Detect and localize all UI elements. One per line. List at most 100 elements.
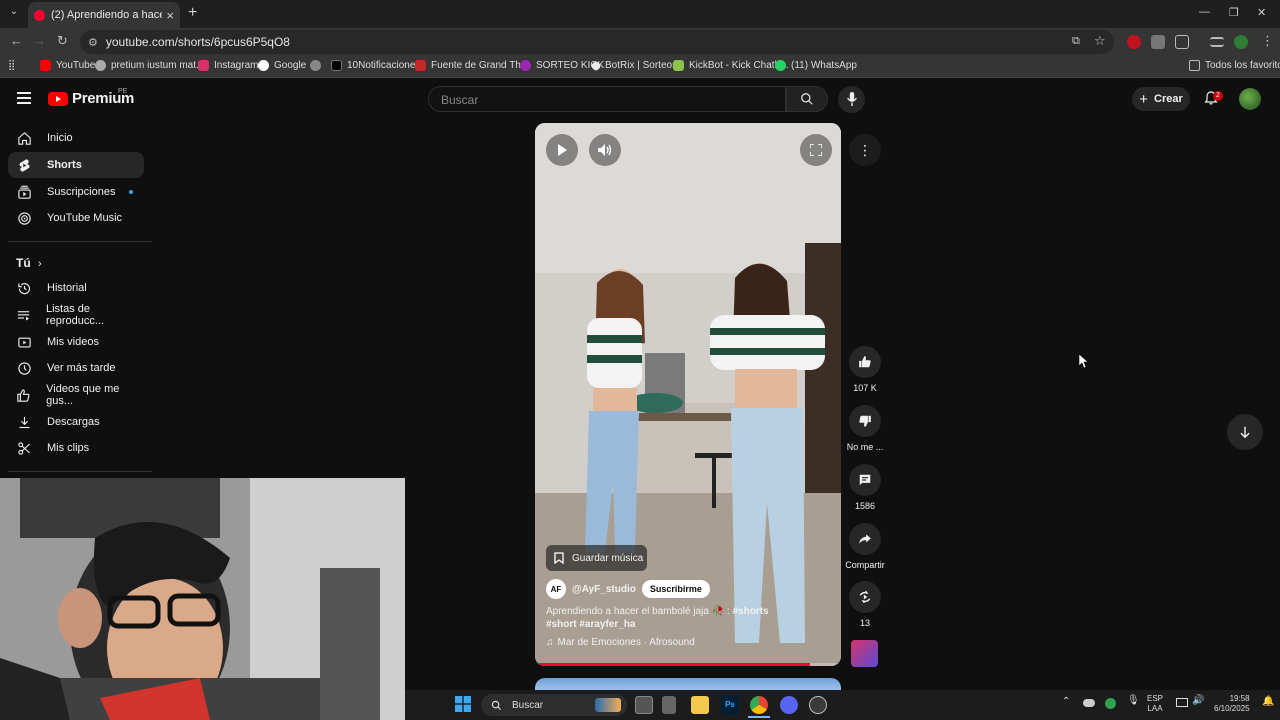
restore-icon[interactable]: ❐ (1229, 6, 1239, 19)
clock[interactable]: 19:58 6/10/2025 (1214, 694, 1250, 714)
discord-icon[interactable] (780, 696, 798, 714)
bookmark-item[interactable]: Instagram (198, 60, 258, 71)
bookmark-item[interactable]: (11) WhatsApp (775, 60, 857, 71)
task-view-icon[interactable] (635, 696, 653, 714)
play-button[interactable] (546, 134, 578, 166)
photoshop-icon[interactable]: Ps (721, 696, 739, 714)
bookmark-item[interactable]: 10Notificaciones (331, 60, 420, 71)
sidebar-item-youtube-music[interactable]: YouTube Music (8, 205, 144, 231)
browser-menu-icon[interactable]: ⋮ (1261, 33, 1274, 49)
search-input[interactable]: Buscar (428, 86, 786, 112)
playlists-icon (16, 307, 31, 323)
close-tab-icon[interactable]: × (166, 8, 174, 23)
url-text: youtube.com/shorts/6pcus6P5qO8 (105, 35, 290, 49)
app-icon[interactable] (809, 696, 827, 714)
subscribe-button[interactable]: Suscribirme (641, 580, 710, 598)
address-bar[interactable]: ⚙ youtube.com/shorts/6pcus6P5qO8 (80, 30, 1114, 54)
site-info-icon[interactable]: ⚙ (88, 36, 98, 49)
save-music-button[interactable]: Guardar música (546, 545, 647, 571)
bookmark-star-icon[interactable]: ☆ (1094, 33, 1106, 49)
windows-start-icon[interactable] (455, 696, 471, 712)
install-app-icon[interactable]: ⧉ (1072, 35, 1080, 48)
app-icon[interactable] (662, 696, 676, 714)
account-avatar[interactable] (1239, 88, 1261, 110)
channel-avatar[interactable]: AF (546, 579, 566, 599)
extension-icon[interactable] (1127, 35, 1141, 49)
more-options-button[interactable]: ⋮ (849, 134, 881, 166)
all-bookmarks-folder[interactable]: Todos los favoritos (1189, 60, 1280, 71)
sidebar-item-listas[interactable]: Listas de reproducc... (8, 302, 144, 328)
tray-overflow-icon[interactable]: ⌃ (1062, 697, 1070, 707)
like-button[interactable]: 107 K (843, 346, 887, 393)
profile-icon[interactable] (1234, 35, 1248, 49)
fullscreen-icon (810, 144, 822, 156)
bookmark-item[interactable] (310, 60, 326, 71)
music-link[interactable]: ♫ Mar de Emociones · Afrosound (546, 637, 695, 648)
youtube-premium-logo[interactable]: Premium PE (48, 88, 134, 107)
onedrive-icon[interactable] (1083, 699, 1095, 707)
dislike-button[interactable]: No me ... (843, 405, 887, 452)
bookmark-item[interactable]: Fuente de Grand Th... (415, 60, 529, 71)
chevron-right-icon: › (38, 258, 42, 270)
network-icon[interactable] (1176, 698, 1188, 707)
shorts-video-player[interactable]: Guardar música AF @AyF_studio Suscribirm… (535, 123, 841, 666)
apps-grid-icon[interactable]: ⣿ (8, 60, 15, 71)
remix-button[interactable]: 13 (843, 581, 887, 628)
sidebar-item-mis-videos[interactable]: Mis videos (8, 329, 144, 355)
fullscreen-button[interactable] (800, 134, 832, 166)
next-short-button[interactable] (1227, 414, 1263, 450)
input-language[interactable]: ESP LAA (1147, 694, 1163, 714)
guide-menu-icon[interactable] (17, 92, 31, 104)
extension-icon[interactable] (1151, 35, 1165, 49)
sidebar-item-videos-que-me-gustan[interactable]: Videos que me gus... (8, 382, 144, 408)
play-icon (558, 144, 567, 156)
media-control-icon[interactable] (1210, 37, 1224, 47)
sidebar-item-descargas[interactable]: Descargas (8, 409, 144, 435)
bookmark-item[interactable]: BotRix | Sorteos (590, 59, 677, 72)
mouse-cursor-icon (1079, 354, 1088, 368)
search-button[interactable] (786, 86, 828, 112)
bookmark-item[interactable]: KickBot - Kick Chatb... (673, 60, 788, 71)
file-explorer-icon[interactable] (691, 696, 709, 714)
short-description[interactable]: Aprendiendo a hacer el bambolé jaja 🥀 : … (546, 605, 796, 631)
create-button[interactable]: + Crear (1132, 87, 1190, 111)
tab-search-icon[interactable]: ⌄ (6, 6, 22, 22)
new-tab-icon[interactable]: + (188, 4, 197, 22)
minimize-icon[interactable]: — (1199, 6, 1210, 18)
tray-app-icon[interactable] (1105, 698, 1116, 709)
taskbar-search[interactable]: Buscar (481, 694, 627, 716)
channel-name[interactable]: @AyF_studio (572, 584, 636, 595)
voice-search-button[interactable] (838, 86, 865, 113)
volume-icon[interactable]: 🔊 (1192, 696, 1204, 706)
share-button[interactable]: Compartir (843, 523, 887, 570)
sidebar-item-ver-mas-tarde[interactable]: Ver más tarde (8, 355, 144, 381)
back-icon[interactable]: ← (10, 33, 23, 48)
comment-icon (859, 474, 871, 486)
sidebar-item-suscripciones[interactable]: Suscripciones (8, 179, 144, 205)
sidebar-item-mis-clips[interactable]: Mis clips (8, 435, 144, 461)
music-note-icon: ♫ (546, 637, 554, 648)
sidebar-item-historial[interactable]: Historial (8, 275, 144, 301)
volume-button[interactable] (589, 134, 621, 166)
sound-thumbnail[interactable] (851, 640, 878, 667)
bookmark-item[interactable]: YouTube (40, 60, 95, 71)
remix-icon (859, 590, 871, 604)
sidebar-item-shorts[interactable]: Shorts (8, 152, 144, 178)
bookmark-icon (554, 552, 564, 564)
bookmark-item[interactable]: Google (258, 60, 306, 71)
forward-icon[interactable]: → (33, 33, 46, 48)
you-section-link[interactable]: Tú › (16, 256, 42, 270)
reload-icon[interactable]: ↻ (57, 33, 68, 49)
notification-center-icon[interactable]: 🔔 (1262, 697, 1274, 707)
comments-button[interactable]: 1586 (843, 464, 887, 511)
extensions-puzzle-icon[interactable] (1175, 35, 1189, 49)
history-icon (16, 280, 32, 296)
chrome-icon[interactable] (750, 696, 768, 714)
next-short-preview[interactable] (535, 678, 841, 690)
microphone-icon[interactable]: 🎙 (1127, 696, 1140, 706)
video-progress-bar[interactable] (535, 663, 841, 666)
bookmark-item[interactable]: pretium iustum mat... (95, 60, 204, 71)
browser-tab[interactable]: (2) Aprendiendo a hacer el bambolé jaja … (28, 2, 180, 28)
close-window-icon[interactable]: ✕ (1257, 6, 1266, 19)
sidebar-item-inicio[interactable]: Inicio (8, 125, 144, 151)
